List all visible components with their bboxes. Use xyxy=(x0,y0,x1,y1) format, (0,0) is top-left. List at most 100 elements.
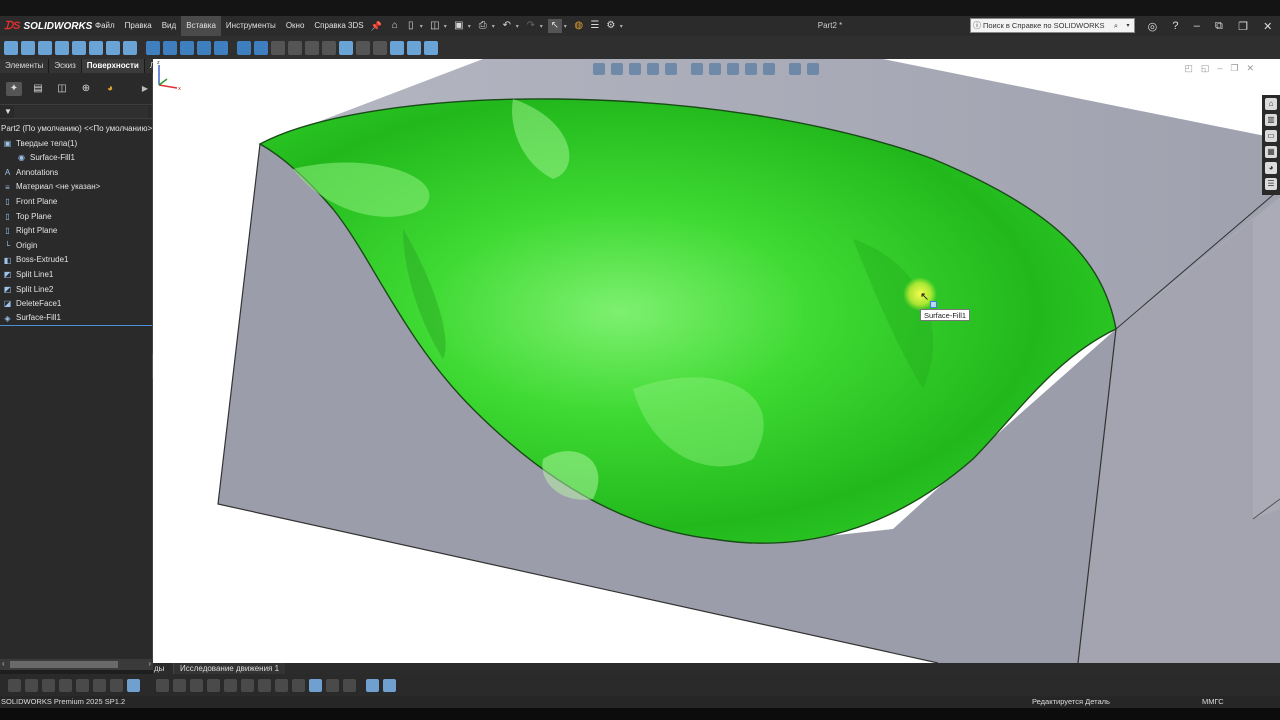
previous-view-icon[interactable] xyxy=(629,63,641,75)
surface-flatten-icon[interactable] xyxy=(180,40,194,55)
redo-icon[interactable]: ↷ xyxy=(524,19,538,33)
bottom-tool-5-icon[interactable] xyxy=(76,678,89,692)
knit-surface-icon[interactable] xyxy=(305,40,319,55)
bottom-tool-3-icon[interactable] xyxy=(42,678,55,692)
cut-with-surface-icon[interactable] xyxy=(356,40,370,55)
pin-toolbar-icon[interactable] xyxy=(807,63,819,75)
bottom-tool-12-icon[interactable] xyxy=(207,678,220,692)
file-properties-icon[interactable]: ☰ xyxy=(588,19,602,33)
dynamic-annotation-icon[interactable] xyxy=(665,63,677,75)
part-model-view[interactable] xyxy=(153,59,1280,663)
doc-tile-icon[interactable]: ◰ xyxy=(1184,63,1193,74)
restore-icon[interactable]: ❐ xyxy=(1238,20,1248,33)
bottom-tool-18-icon[interactable] xyxy=(309,678,322,692)
ruled-surface-icon[interactable] xyxy=(163,40,177,55)
tree-node[interactable]: ▣ Твердые тела(1) xyxy=(0,137,152,152)
bottom-tool-8-icon[interactable] xyxy=(127,678,140,692)
open-dropdown-icon[interactable]: ▾ xyxy=(444,23,450,30)
bottom-tool-9-icon[interactable] xyxy=(156,678,169,692)
solidworks-logo[interactable]: ᗪS SOLIDWORKS xyxy=(0,20,92,33)
bottom-tool-1-icon[interactable] xyxy=(8,678,21,692)
filter-input[interactable] xyxy=(14,105,148,118)
bottom-tool-4-icon[interactable] xyxy=(59,678,72,692)
bottom-tool-7-icon[interactable] xyxy=(110,678,123,692)
tree-node[interactable]: ◪ DeleteFace1 xyxy=(0,297,152,312)
motion-study-tab[interactable]: Исследование движения 1 xyxy=(173,663,286,674)
search-dropdown-icon[interactable]: ▾ xyxy=(1122,22,1134,29)
design-library-icon[interactable]: ▥ xyxy=(1265,114,1277,126)
view-settings-icon[interactable] xyxy=(789,63,801,75)
bottom-tool-6-icon[interactable] xyxy=(93,678,106,692)
user-account-icon[interactable]: ◎ xyxy=(1148,20,1158,33)
command-tab-0[interactable]: Элементы xyxy=(0,59,50,73)
dimxpert-tab-icon[interactable]: ⊕ xyxy=(78,82,94,96)
tree-horizontal-scrollbar[interactable]: ‹ › xyxy=(0,659,153,670)
command-tab-2[interactable]: Поверхности xyxy=(81,59,145,73)
pin-menu-icon[interactable]: 📌 xyxy=(371,21,382,32)
menu-item-0[interactable]: Файл xyxy=(90,16,120,36)
delete-face-icon[interactable] xyxy=(197,40,211,55)
tree-node[interactable]: ◩ Split Line1 xyxy=(0,268,152,283)
tree-node[interactable]: ◩ Split Line2 xyxy=(0,283,152,298)
file-explorer-icon[interactable]: ▭ xyxy=(1265,130,1277,142)
minimize-icon[interactable]: – xyxy=(1194,20,1200,32)
traffic-light-icon[interactable]: ◍ xyxy=(572,19,586,33)
tree-node[interactable]: ◧ Boss-Extrude1 xyxy=(0,253,152,268)
reference-geometry-icon[interactable] xyxy=(407,40,421,55)
thickened-cut-icon[interactable] xyxy=(339,40,353,55)
undo-dropdown-icon[interactable]: ▾ xyxy=(516,23,522,30)
bottom-tool-16-icon[interactable] xyxy=(275,678,288,692)
options-gear-icon[interactable]: ⚙ xyxy=(604,19,618,33)
tree-root[interactable]: Part2 (По умолчанию) <<По умолчанию> xyxy=(0,122,152,137)
tree-node[interactable]: └ Origin xyxy=(0,239,152,254)
command-tab-1[interactable]: Эскиз xyxy=(49,59,82,73)
menu-item-6[interactable]: Справка 3DS xyxy=(309,16,368,36)
bottom-tool-21-icon[interactable] xyxy=(366,678,379,692)
mid-surface-icon[interactable] xyxy=(390,40,404,55)
tree-node[interactable]: ▯ Right Plane xyxy=(0,224,152,239)
status-units[interactable]: ММГС xyxy=(1202,697,1224,706)
extruded-surface-icon[interactable] xyxy=(4,40,18,55)
feature-manager-tab-icon[interactable]: ✦ xyxy=(6,81,22,96)
help-search-box[interactable]: ⓘ Поиск в Справке по SOLIDWORKS ⌕ ▾ xyxy=(970,18,1135,33)
extend-surface-icon[interactable] xyxy=(271,40,285,55)
options-dropdown-icon[interactable]: ▾ xyxy=(620,23,626,30)
swept-surface-icon[interactable] xyxy=(38,40,52,55)
print-icon[interactable]: ⎙ xyxy=(476,19,490,33)
help-icon[interactable]: ? xyxy=(1172,20,1178,32)
property-manager-tab-icon[interactable]: ▤ xyxy=(30,82,46,96)
view-palette-icon[interactable]: ▦ xyxy=(1265,146,1277,158)
model-tab-partial[interactable]: ды xyxy=(153,664,173,673)
replace-face-icon[interactable] xyxy=(214,40,228,55)
tree-node[interactable]: ▯ Front Plane xyxy=(0,195,152,210)
tree-node[interactable]: ≡ Материал <не указан> xyxy=(0,180,152,195)
redo-dropdown-icon[interactable]: ▾ xyxy=(540,23,546,30)
filled-surface-icon[interactable] xyxy=(89,40,103,55)
bottom-tool-19-icon[interactable] xyxy=(326,678,339,692)
save-dropdown-icon[interactable]: ▾ xyxy=(468,23,474,30)
tile-windows-icon[interactable]: ⧉ xyxy=(1215,20,1223,33)
bottom-tool-10-icon[interactable] xyxy=(173,678,186,692)
bottom-tool-13-icon[interactable] xyxy=(224,678,237,692)
apply-scene-icon[interactable] xyxy=(763,63,775,75)
lofted-surface-icon[interactable] xyxy=(55,40,69,55)
menu-item-5[interactable]: Окно xyxy=(281,16,310,36)
hide-show-items-icon[interactable] xyxy=(727,63,739,75)
bottom-tool-11-icon[interactable] xyxy=(190,678,203,692)
section-view-icon[interactable] xyxy=(647,63,659,75)
bottom-tool-20-icon[interactable] xyxy=(343,678,356,692)
bottom-tool-2-icon[interactable] xyxy=(25,678,38,692)
doc-minimize-icon[interactable]: – xyxy=(1217,63,1222,74)
tree-node[interactable]: ◈ Surface-Fill1 xyxy=(0,312,152,327)
planar-surface-icon[interactable] xyxy=(123,40,137,55)
print-dropdown-icon[interactable]: ▾ xyxy=(492,23,498,30)
open-icon[interactable]: ◫ xyxy=(428,19,442,33)
view-orientation-icon[interactable] xyxy=(691,63,703,75)
graphics-area[interactable]: ◰ ◱ – ❐ ✕ ⌂ ▥ ▭ ▦ ◕ ☰ ↖ Surface-Fill1 z … xyxy=(153,59,1280,663)
scroll-left-icon[interactable]: ‹ xyxy=(2,659,5,668)
menu-item-4[interactable]: Инструменты xyxy=(221,16,281,36)
save-icon[interactable]: ▣ xyxy=(452,19,466,33)
configuration-manager-tab-icon[interactable]: ◫ xyxy=(54,82,70,96)
doc-cascade-icon[interactable]: ◱ xyxy=(1201,63,1210,74)
edit-appearance-icon[interactable] xyxy=(745,63,757,75)
